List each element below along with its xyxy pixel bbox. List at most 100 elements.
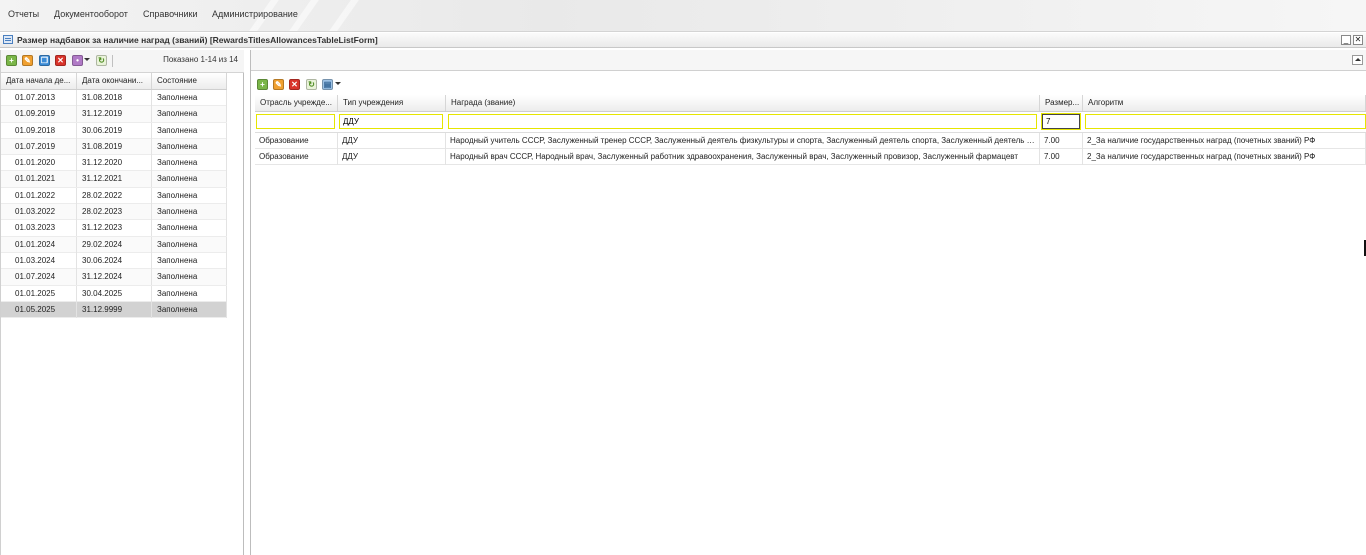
start-date-cell: 01.09.2019 [1, 106, 77, 123]
collapse-button[interactable] [1352, 55, 1363, 65]
status-cell: Заполнена [152, 155, 227, 172]
menu-directories[interactable]: Справочники [143, 9, 198, 19]
periods-toolbar: + ✎ ❐ ✕ • ↻ Показано 1-14 из 14 [1, 50, 244, 73]
allowances-grid: Отрасль учрежде... Тип учреждения Наград… [255, 95, 1366, 165]
periods-grid-body: 01.07.2013 31.08.2018 Заполнена 01.09.2019 3… [1, 90, 227, 319]
toolbar-separator [112, 55, 113, 67]
delete-icon[interactable]: ✕ [55, 55, 66, 66]
filter-industry-input[interactable] [256, 114, 335, 129]
filter-award-input[interactable] [448, 114, 1037, 129]
start-date-cell: 01.07.2019 [1, 138, 77, 155]
menu-administration[interactable]: Администрирование [212, 9, 298, 19]
periods-grid: Дата начала де... Дата окончани... Состо… [1, 73, 227, 319]
edit-icon[interactable]: ✎ [22, 55, 33, 66]
end-date-cell: 31.12.2024 [77, 269, 152, 286]
status-cell: Заполнена [152, 122, 227, 139]
refresh-icon[interactable]: ↻ [306, 79, 317, 90]
status-cell: Заполнена [152, 204, 227, 221]
start-date-cell: 01.01.2025 [1, 285, 77, 302]
window-title-bar: Размер надбавок за наличие наград (звани… [0, 33, 1366, 48]
table-row[interactable]: 01.07.2013 31.08.2018 Заполнена [1, 90, 227, 107]
filter-algorithm-input[interactable] [1085, 114, 1366, 129]
start-date-cell: 01.03.2024 [1, 252, 77, 269]
table-row[interactable]: 01.01.2025 30.04.2025 Заполнена [1, 285, 227, 302]
close-button[interactable]: ✕ [1353, 35, 1363, 45]
status-cell: Заполнена [152, 90, 227, 106]
end-date-cell: 31.08.2018 [77, 90, 152, 106]
delete-icon[interactable]: ✕ [289, 79, 300, 90]
column-status[interactable]: Состояние [152, 73, 227, 89]
column-start-date[interactable]: Дата начала де... [1, 73, 77, 89]
end-date-cell: 28.02.2022 [77, 187, 152, 204]
edit-icon[interactable]: ✎ [273, 79, 284, 90]
table-row[interactable]: 01.01.2021 31.12.2021 Заполнена [1, 171, 227, 188]
print-icon[interactable]: ▤ [322, 79, 333, 90]
start-date-cell: 01.01.2020 [1, 155, 77, 172]
start-date-cell: 01.07.2024 [1, 269, 77, 286]
add-icon[interactable]: + [257, 79, 268, 90]
institution-type-cell: ДДУ [338, 133, 446, 149]
table-row[interactable]: 01.03.2022 28.02.2023 Заполнена [1, 204, 227, 221]
size-cell: 7.00 [1040, 133, 1083, 149]
status-cell: Заполнена [152, 138, 227, 155]
table-row[interactable]: 01.07.2019 31.08.2019 Заполнена [1, 138, 227, 156]
filter-institution-type-input[interactable] [339, 114, 443, 129]
add-icon[interactable]: + [6, 55, 17, 66]
table-row[interactable]: Образование ДДУ Народный учитель СССР, Зас… [255, 133, 1366, 149]
end-date-cell: 31.12.2023 [77, 220, 152, 237]
status-cell: Заполнена [152, 236, 227, 253]
column-institution-type[interactable]: Тип учреждения [338, 95, 446, 111]
industry-cell: Образование [255, 149, 338, 165]
column-industry[interactable]: Отрасль учрежде... [255, 95, 338, 111]
status-cell: Заполнена [152, 220, 227, 237]
menu-document-flow[interactable]: Документооборот [54, 9, 128, 19]
table-row[interactable]: 01.09.2018 30.06.2019 Заполнена [1, 122, 227, 139]
allowances-toolbar: + ✎ ✕ ↻ ▤ [251, 76, 1366, 94]
size-cell: 7.00 [1040, 149, 1083, 165]
table-row[interactable]: Образование ДДУ Народный врач СССР, Народн… [255, 149, 1366, 165]
filter-row [255, 112, 1366, 133]
start-date-cell: 01.01.2024 [1, 236, 77, 253]
status-cell: Заполнена [152, 301, 227, 318]
end-date-cell: 31.12.2020 [77, 155, 152, 172]
start-date-cell: 01.09.2018 [1, 122, 77, 139]
column-size[interactable]: Размер... [1040, 95, 1083, 111]
periods-panel: + ✎ ❐ ✕ • ↻ Показано 1-14 из 14 Дата нач… [0, 50, 244, 555]
column-award[interactable]: Награда (звание) [446, 95, 1040, 111]
refresh-icon[interactable]: ↻ [96, 55, 107, 66]
column-algorithm[interactable]: Алгоритм [1083, 95, 1366, 111]
start-date-cell: 01.03.2023 [1, 220, 77, 237]
end-date-cell: 30.06.2024 [77, 252, 152, 269]
menu-reports[interactable]: Отчеты [8, 9, 39, 19]
start-date-cell: 01.03.2022 [1, 204, 77, 221]
table-row[interactable]: 01.01.2020 31.12.2020 Заполнена [1, 155, 227, 172]
end-date-cell: 30.04.2025 [77, 285, 152, 302]
award-cell: Народный учитель СССР, Заслуженный трене… [446, 133, 1040, 149]
start-date-cell: 01.07.2013 [1, 90, 77, 106]
allowances-panel-header [251, 50, 1366, 71]
window-title: Размер надбавок за наличие наград (звани… [17, 35, 378, 45]
start-date-cell: 01.01.2022 [1, 187, 77, 204]
table-row[interactable]: 01.01.2022 28.02.2022 Заполнена [1, 187, 227, 205]
table-row[interactable]: 01.07.2024 31.12.2024 Заполнена [1, 269, 227, 286]
table-row[interactable]: 01.01.2024 29.02.2024 Заполнена [1, 236, 227, 253]
copy-icon[interactable]: ❐ [39, 55, 50, 66]
table-row[interactable]: 01.03.2023 31.12.2023 Заполнена [1, 220, 227, 237]
status-cell: Заполнена [152, 106, 227, 123]
column-end-date[interactable]: Дата окончани... [77, 73, 152, 89]
print-dropdown-icon[interactable] [335, 82, 341, 85]
table-row[interactable]: 01.09.2019 31.12.2019 Заполнена [1, 106, 227, 123]
end-date-cell: 31.12.2021 [77, 171, 152, 188]
industry-cell: Образование [255, 133, 338, 149]
status-cell: Заполнена [152, 285, 227, 302]
status-cell: Заполнена [152, 269, 227, 286]
table-row[interactable]: 01.03.2024 30.06.2024 Заполнена [1, 252, 227, 270]
end-date-cell: 28.02.2023 [77, 204, 152, 221]
filter-size-input[interactable] [1042, 114, 1080, 129]
table-row[interactable]: 01.05.2025 31.12.9999 Заполнена [1, 301, 227, 319]
more-dropdown-icon[interactable] [84, 58, 90, 61]
minimize-button[interactable]: _ [1341, 35, 1351, 45]
allowances-panel: + ✎ ✕ ↻ ▤ Отрасль учрежде... Тип учрежде… [250, 50, 1366, 555]
status-cell: Заполнена [152, 171, 227, 188]
more-icon[interactable]: • [72, 55, 83, 66]
